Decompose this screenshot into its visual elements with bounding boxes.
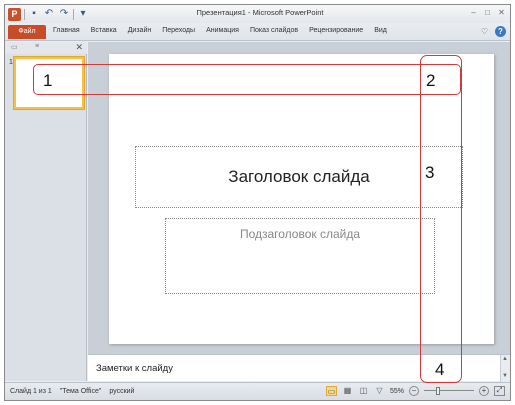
callout-number-1: 1 (43, 71, 53, 90)
scroll-down-icon[interactable]: ▼ (502, 373, 508, 379)
tab-file[interactable]: Файл (8, 25, 46, 39)
subtitle-placeholder-box[interactable]: Подзаголовок слайда (165, 218, 435, 294)
title-placeholder-box[interactable]: Заголовок слайда (135, 146, 463, 208)
zoom-slider-thumb[interactable] (436, 387, 440, 395)
notes-scrollbar[interactable]: ▲ ▼ (500, 355, 510, 382)
window-title: Презентация1 - Microsoft PowerPoint (196, 8, 324, 17)
tab-slideshow[interactable]: Показ слайдов (250, 27, 298, 34)
minimize-icon[interactable]: – (469, 8, 478, 18)
zoom-in-icon[interactable]: + (479, 386, 489, 396)
quick-access-toolbar: P ▪ ↶ ↷ ▾ (8, 7, 89, 21)
language-indicator[interactable]: русский (109, 388, 134, 395)
callout-2-outline (420, 55, 462, 383)
normal-view-icon[interactable]: ▭ (325, 386, 337, 396)
powerpoint-logo-icon[interactable]: P (8, 7, 21, 21)
close-icon[interactable]: ✕ (497, 8, 506, 18)
minimize-ribbon-icon[interactable]: ♡ (481, 27, 488, 36)
status-info: Слайд 1 из 1 "Тема Office" русский (10, 388, 134, 395)
title-bar: P ▪ ↶ ↷ ▾ Презентация1 - Microsoft Power… (5, 5, 510, 23)
outline-tab-icon[interactable]: ≡ (35, 43, 39, 50)
callout-number-2: 2 (426, 71, 436, 90)
separator (73, 8, 74, 20)
panel-close-icon[interactable]: ✕ (75, 42, 83, 53)
view-zoom-controls: ▭ ▦ ◫ ▽ 55% − + ⤢ (325, 386, 505, 396)
tab-home[interactable]: Главная (53, 27, 80, 34)
callout-number-4: 4 (435, 360, 445, 379)
save-icon[interactable]: ▪ (28, 8, 40, 20)
tab-transitions[interactable]: Переходы (162, 27, 195, 34)
subtitle-placeholder[interactable]: Подзаголовок слайда (166, 227, 434, 241)
separator (24, 8, 25, 20)
scroll-up-icon[interactable]: ▲ (502, 356, 508, 362)
slides-tab-icon[interactable]: ▭ (11, 43, 18, 51)
theme-name[interactable]: "Тема Office" (60, 388, 102, 395)
tab-design[interactable]: Дизайн (128, 27, 152, 34)
redo-icon[interactable]: ↷ (58, 8, 70, 20)
reading-view-icon[interactable]: ◫ (358, 386, 369, 396)
ribbon-tabs: Главная Вставка Дизайн Переходы Анимация… (53, 27, 387, 34)
slideshow-view-icon[interactable]: ▽ (374, 386, 385, 396)
ribbon-right-controls: ♡ ? (481, 26, 506, 37)
title-placeholder[interactable]: Заголовок слайда (136, 147, 462, 207)
notes-placeholder[interactable]: Заметки к слайду (96, 363, 173, 374)
zoom-out-icon[interactable]: − (409, 386, 419, 396)
callout-number-3: 3 (425, 163, 435, 182)
fit-to-window-icon[interactable]: ⤢ (494, 386, 505, 396)
tab-animations[interactable]: Анимация (206, 27, 239, 34)
status-bar: Слайд 1 из 1 "Тема Office" русский ▭ ▦ ◫… (5, 382, 510, 400)
slide-counter: Слайд 1 из 1 (10, 388, 52, 395)
customize-qat-icon[interactable]: ▾ (77, 8, 89, 20)
callout-1-outline (33, 64, 461, 95)
window-controls: – □ ✕ (469, 8, 506, 18)
maximize-icon[interactable]: □ (483, 8, 492, 18)
tab-insert[interactable]: Вставка (91, 27, 117, 34)
thumbnail-number: 1 (9, 59, 13, 66)
zoom-track (424, 390, 474, 391)
zoom-level[interactable]: 55% (390, 388, 404, 395)
panel-header: ▭ ≡ ✕ (5, 42, 87, 54)
slide-sorter-icon[interactable]: ▦ (342, 386, 353, 396)
zoom-slider[interactable] (424, 386, 474, 396)
help-icon[interactable]: ? (495, 26, 506, 37)
tab-review[interactable]: Рецензирование (309, 27, 363, 34)
undo-icon[interactable]: ↶ (43, 8, 55, 20)
tab-view[interactable]: Вид (374, 27, 387, 34)
ribbon-tab-bar: Файл Главная Вставка Дизайн Переходы Ани… (5, 23, 510, 41)
